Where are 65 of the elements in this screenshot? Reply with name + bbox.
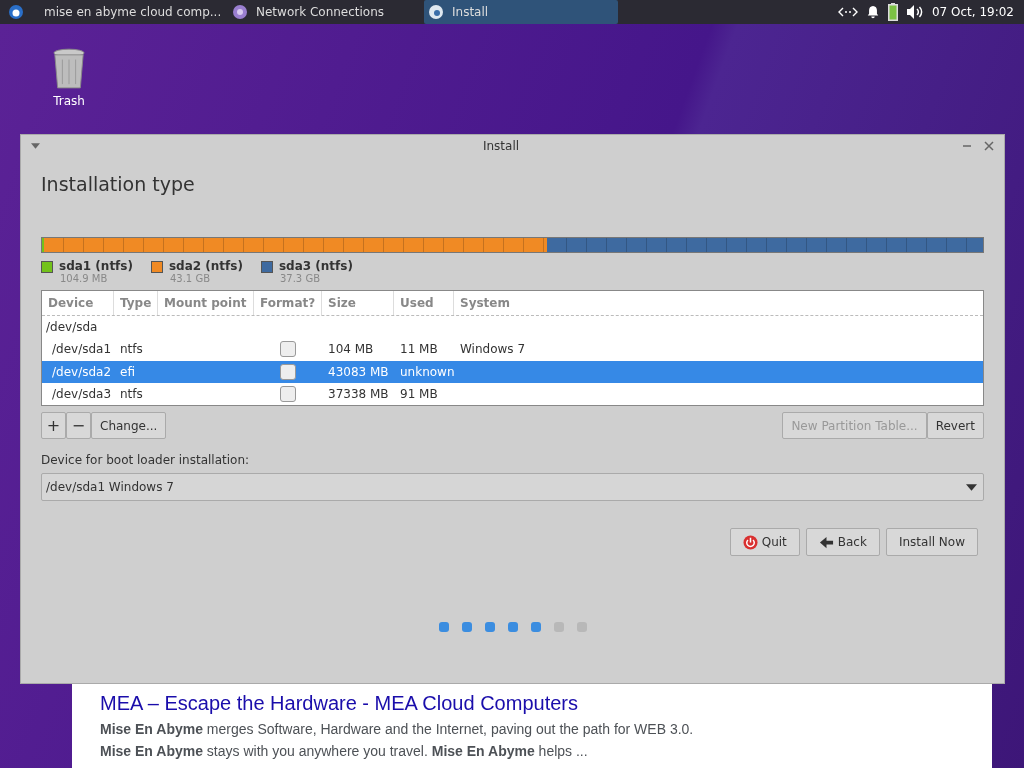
legend-label: sda3 (ntfs) <box>278 259 353 273</box>
format-checkbox[interactable] <box>280 341 296 358</box>
volume-icon[interactable] <box>905 4 924 20</box>
table-cell-text: 37338 MB <box>327 386 390 401</box>
format-checkbox[interactable] <box>280 385 296 402</box>
column-header[interactable]: Size <box>322 291 394 315</box>
column-header[interactable]: Format? <box>254 291 322 315</box>
revert-button[interactable]: Revert <box>926 412 984 439</box>
toolbar-button[interactable]: − <box>66 412 91 439</box>
bootloader-dropdown[interactable]: /dev/sda1 Windows 7 <box>41 473 984 501</box>
table-row[interactable]: /dev/sda1 ntfs 104 MB 11 MB Windows 7 <box>42 338 983 361</box>
taskbar-button[interactable]: Install <box>424 0 618 24</box>
clock[interactable]: 07 Oct, 19:02 <box>931 5 1014 19</box>
format-checkbox[interactable] <box>280 363 296 380</box>
page-heading: Installation type <box>41 173 196 195</box>
legend-size: 43.1 GB <box>169 273 212 284</box>
table-cell-text: ntfs <box>119 386 144 401</box>
close-icon[interactable] <box>984 141 994 151</box>
legend-label: sda2 (ntfs) <box>168 259 243 273</box>
legend-size: 37.3 GB <box>279 273 321 284</box>
bell-icon[interactable] <box>865 5 880 19</box>
toolbar-button[interactable]: + <box>41 412 66 439</box>
table-cell-text: /dev/sda3 <box>51 386 113 401</box>
toolbar-button[interactable]: Change... <box>91 412 167 439</box>
power-icon <box>742 534 758 550</box>
legend-label: sda1 (ntfs) <box>59 259 133 273</box>
column-header[interactable]: Device <box>42 291 114 315</box>
table-cell-text: unknown <box>399 364 454 379</box>
column-header[interactable]: Mount point <box>158 291 254 315</box>
window-title: Install <box>481 139 521 153</box>
search-result-snippet: Mise En Abyme merges Software, Hardware and the Internet, paving out the path for WEB 3.0. <box>100 721 695 737</box>
table-cell-text: efi <box>119 364 136 379</box>
field-label: Device for boot loader installation: <box>41 453 251 467</box>
table-cell-text: /dev/sda2 <box>51 364 113 379</box>
desktop-icon-label[interactable]: Trash <box>53 94 85 108</box>
table-cell-text: 104 MB <box>327 342 375 357</box>
table-cell-text: Windows 7 <box>459 342 526 357</box>
dropdown-arrow-icon <box>966 483 977 491</box>
search-result-snippet: Mise En Abyme stays with you anywhere you travel. Mise En Abyme helps ... <box>100 743 589 759</box>
network-status-icon[interactable] <box>837 7 858 17</box>
table-cell-text: /dev/sda <box>45 320 99 335</box>
table-cell-text: 11 MB <box>399 342 439 357</box>
table-row[interactable]: /dev/sda3 ntfs 37338 MB 91 MB <box>42 382 983 405</box>
table-cell-text: 43083 MB <box>327 364 390 379</box>
menu-icon[interactable] <box>8 4 24 20</box>
table-cell-text: 91 MB <box>399 386 439 401</box>
column-header[interactable]: Type <box>114 291 158 315</box>
window-menu-icon[interactable] <box>31 143 40 149</box>
table-cell-text: /dev/sda1 <box>51 342 113 357</box>
battery-icon[interactable] <box>887 3 898 21</box>
taskbar-button[interactable]: Network Connections <box>228 0 416 24</box>
dialog-button[interactable]: Quit <box>729 528 800 556</box>
network-icon <box>232 4 248 20</box>
installer-icon <box>428 4 444 20</box>
legend-size: 104.9 MB <box>60 273 109 284</box>
back-arrow-icon <box>818 534 834 550</box>
column-header[interactable]: Used <box>394 291 454 315</box>
taskbar-button[interactable]: mise en abyme cloud comp... <box>32 0 220 24</box>
search-result-link[interactable]: MEA – Escape the Hardware - MEA Cloud Computers <box>100 692 992 715</box>
table-cell-text: ntfs <box>119 342 144 357</box>
trash-icon[interactable] <box>52 48 86 90</box>
dialog-button[interactable]: Back <box>805 528 880 556</box>
dialog-button[interactable]: Install Now <box>885 528 978 556</box>
table-row[interactable]: /dev/sda2 efi 43083 MB unknown <box>42 360 983 383</box>
column-header[interactable]: System <box>454 291 983 315</box>
